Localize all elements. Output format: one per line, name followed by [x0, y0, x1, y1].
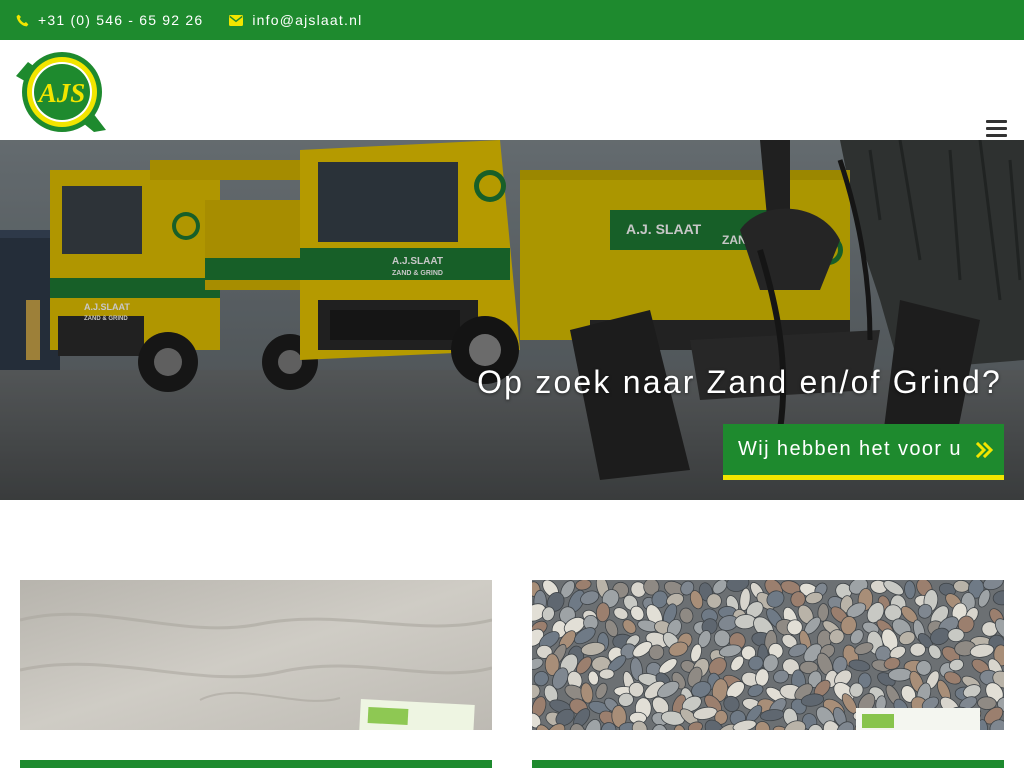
top-contact-bar: +31 (0) 546 - 65 92 26 info@ajslaat.nl: [0, 0, 1024, 40]
phone-icon: [16, 14, 29, 26]
envelope-icon: [229, 14, 244, 26]
hamburger-icon: [986, 120, 1007, 123]
gravel-card[interactable]: [532, 580, 1004, 730]
pebble: [947, 628, 965, 643]
hamburger-menu-button[interactable]: [986, 120, 1008, 138]
gravel-image: [532, 580, 1004, 730]
hero-banner: A.J.SLAAT ZAND & GRIND A.J.SLAAT ZAND & …: [0, 140, 1024, 500]
ajs-logo[interactable]: AJS: [14, 50, 108, 132]
site-header: AJS: [0, 40, 1024, 140]
sand-card[interactable]: [20, 580, 492, 730]
pebble: [598, 668, 615, 680]
phone-number: +31 (0) 546 - 65 92 26: [38, 12, 204, 28]
hero-title: Op zoek naar Zand en/of Grind?: [477, 364, 1002, 400]
hero-cta-label: Wij hebben het voor u: [738, 438, 962, 460]
sand-card-footer: [20, 760, 492, 768]
sand-image: [20, 580, 492, 730]
double-chevron-right-icon: [975, 441, 994, 458]
email-address: info@ajslaat.nl: [252, 12, 363, 28]
logo-lettering: AJS: [37, 78, 86, 108]
email-link[interactable]: info@ajslaat.nl: [229, 12, 362, 28]
gravel-card-footer: [532, 760, 1004, 768]
phone-link[interactable]: +31 (0) 546 - 65 92 26: [16, 12, 203, 28]
hero-cta-button[interactable]: Wij hebben het voor u: [723, 424, 1004, 480]
